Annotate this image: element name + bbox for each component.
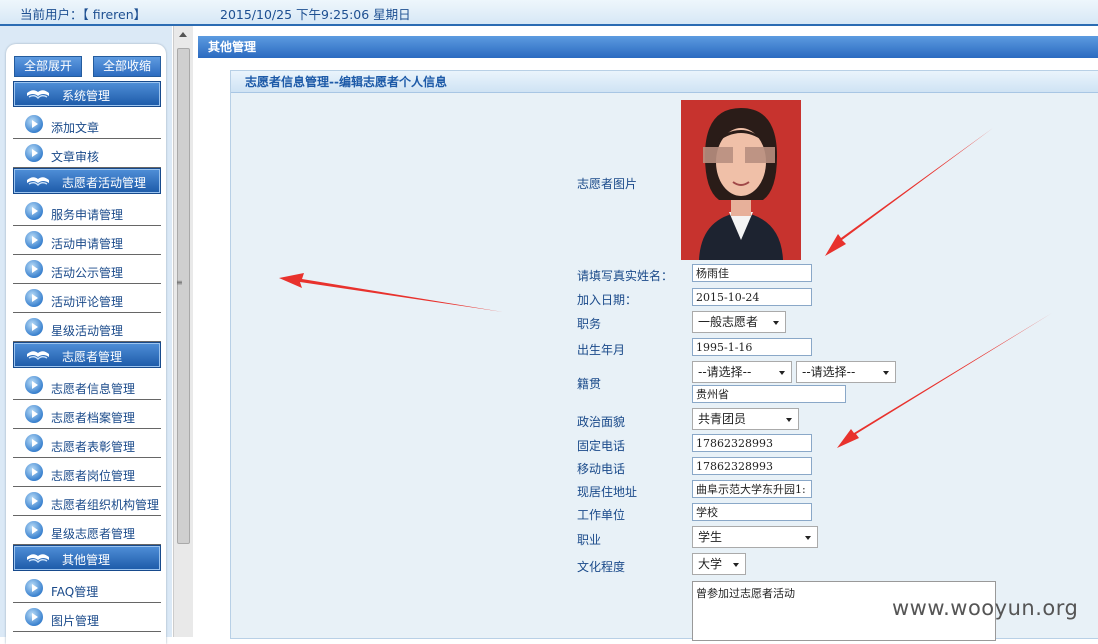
watermark: www.wooyun.org xyxy=(892,596,1079,620)
arrow-upper-right xyxy=(825,128,993,256)
annotation-arrows xyxy=(279,128,1052,448)
arrow-left xyxy=(279,273,503,312)
arrow-lower-right xyxy=(837,313,1052,448)
